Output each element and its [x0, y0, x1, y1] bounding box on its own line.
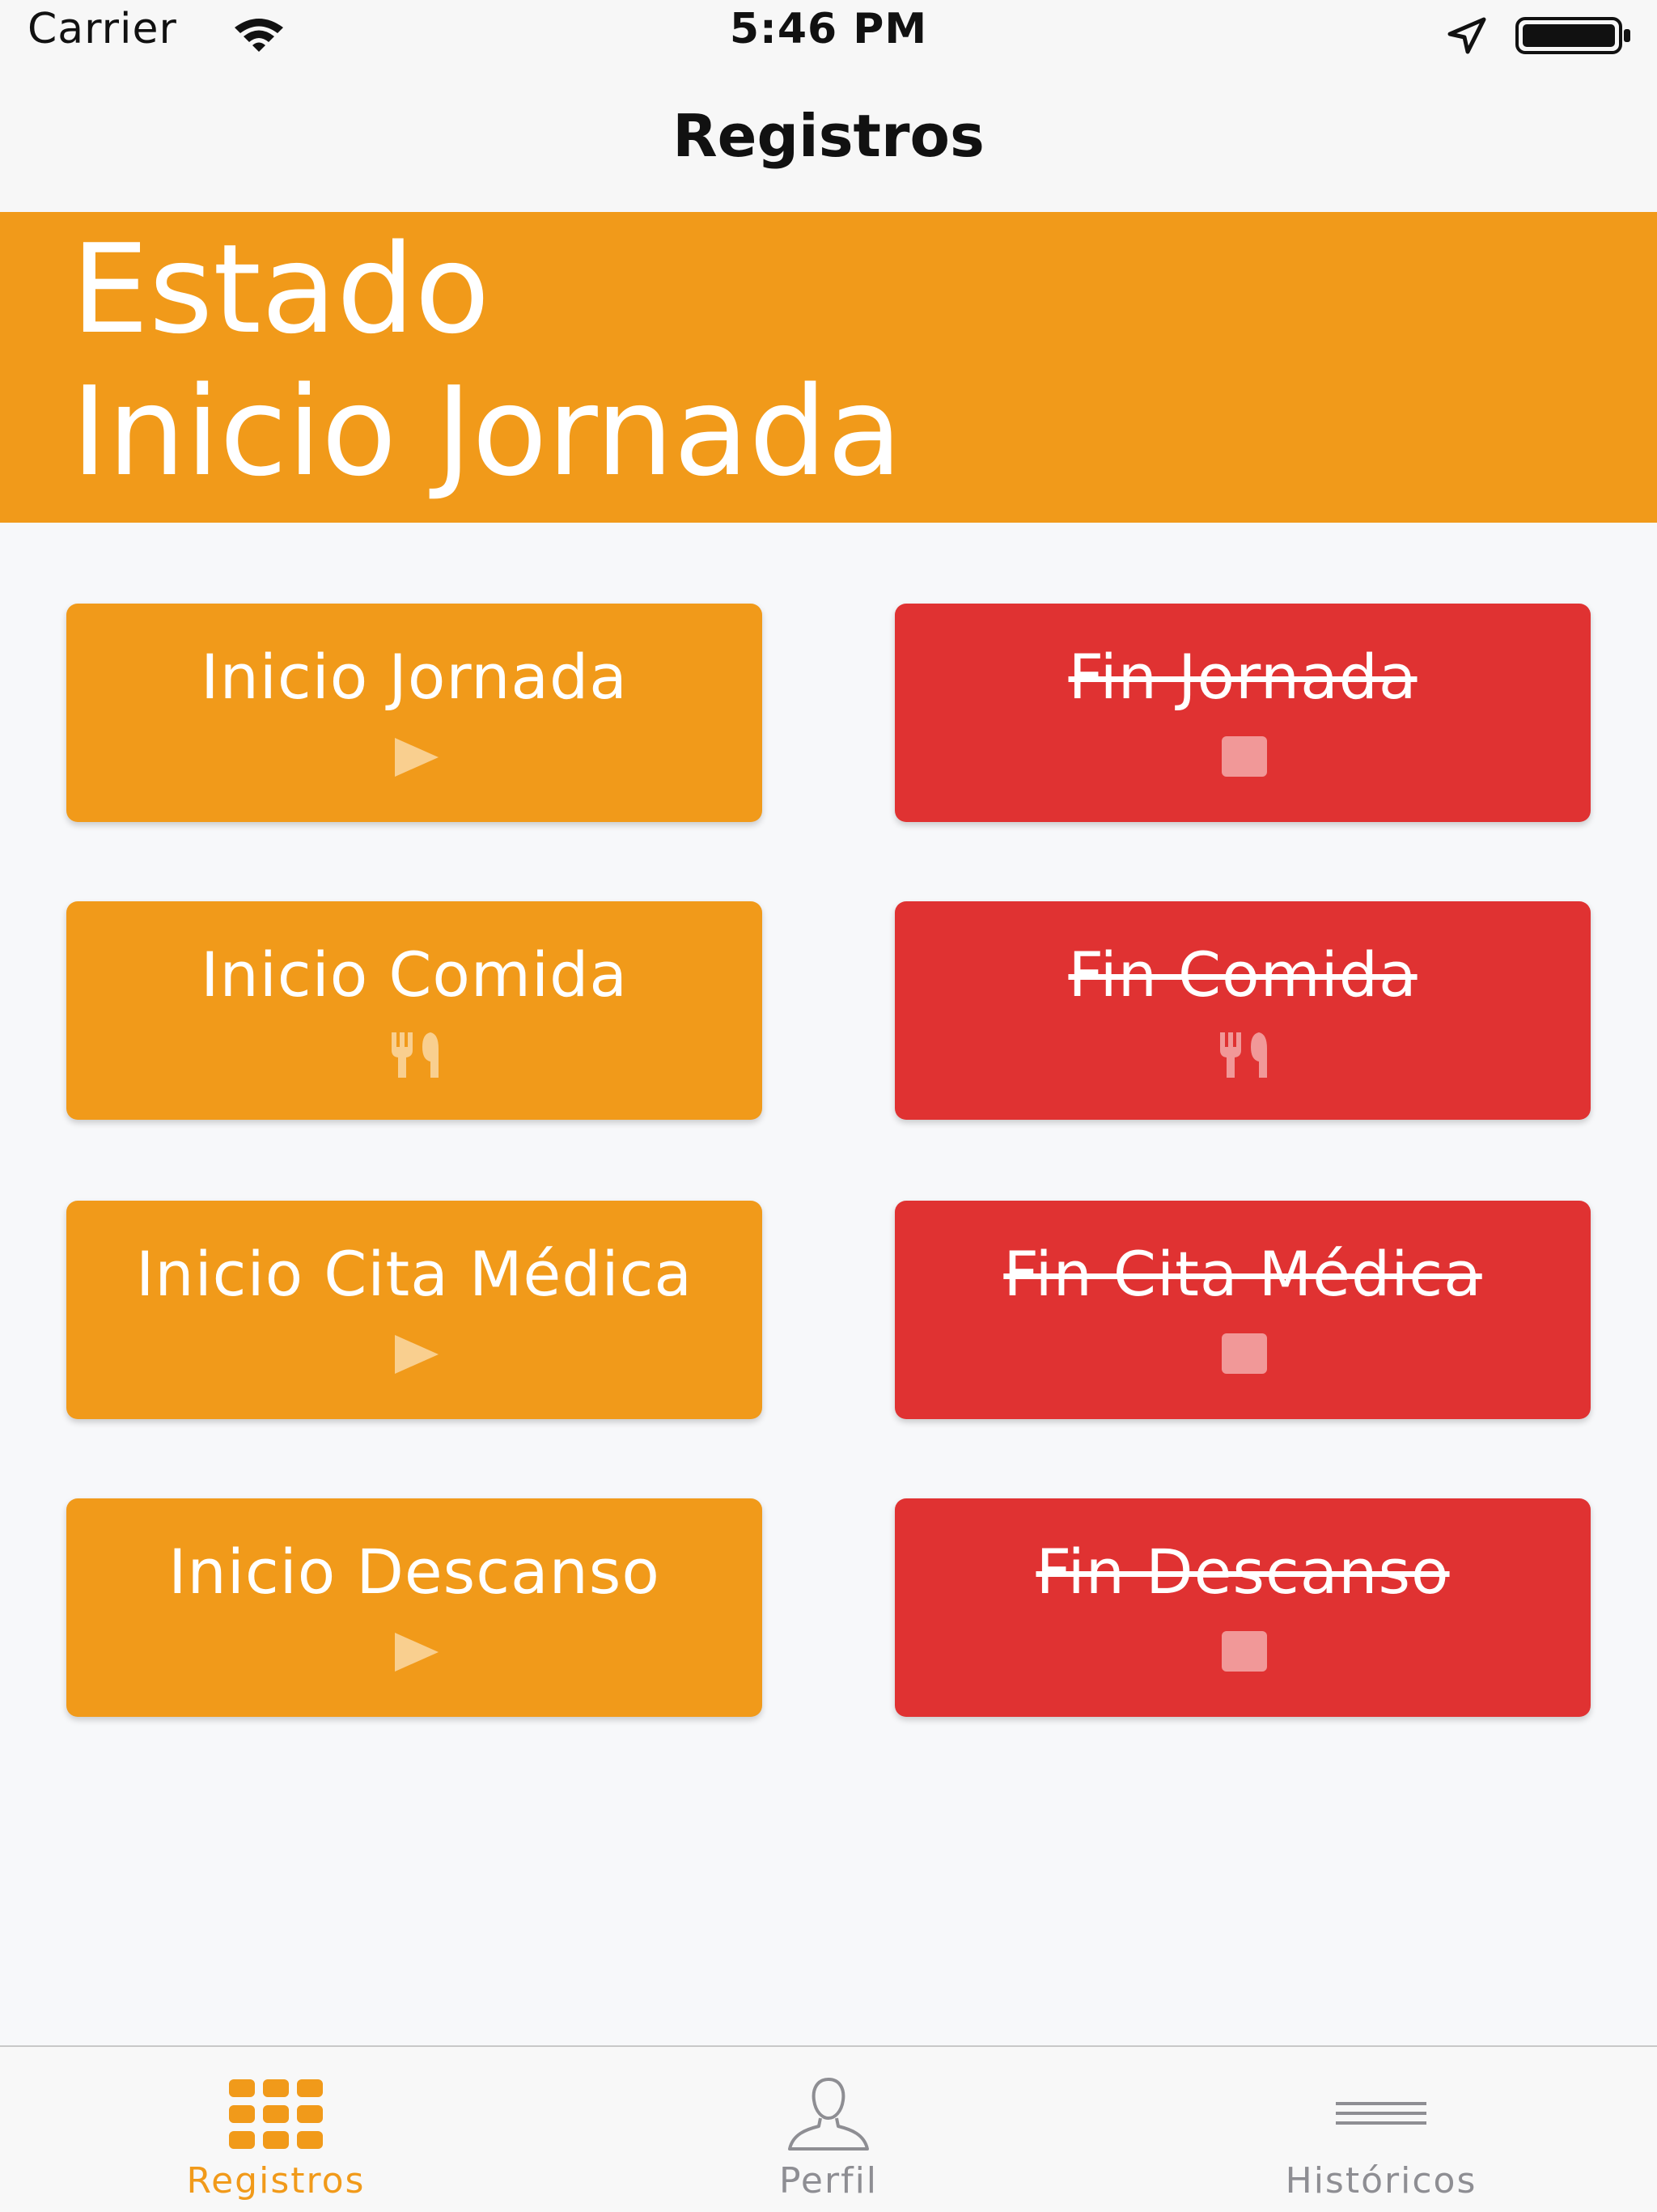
location-arrow-icon — [1447, 17, 1486, 54]
play-icon — [395, 1335, 439, 1374]
button-label: Inicio Jornada — [201, 641, 628, 713]
list-icon — [1336, 2102, 1426, 2125]
tab-perfil[interactable]: Perfil — [553, 2047, 1104, 2212]
grid-icon — [229, 2079, 323, 2149]
state-banner: Estado Inicio Jornada — [0, 212, 1657, 523]
stop-icon — [1222, 736, 1267, 777]
tab-historicos[interactable]: Históricos — [1105, 2047, 1657, 2212]
play-icon — [395, 738, 439, 777]
status-time: 5:46 PM — [729, 5, 928, 53]
cutlery-icon — [392, 1032, 439, 1078]
play-icon — [395, 1633, 439, 1672]
button-label: Fin Cita Médica — [1003, 1238, 1482, 1310]
fin-cita-medica-button[interactable]: Fin Cita Médica — [895, 1201, 1591, 1419]
stop-icon — [1222, 1333, 1267, 1374]
cutlery-icon — [1220, 1032, 1267, 1078]
tab-label: Históricos — [1285, 2160, 1477, 2201]
button-label: Fin Descanso — [1036, 1536, 1450, 1608]
inicio-descanso-button[interactable]: Inicio Descanso — [66, 1498, 762, 1717]
navigation-bar: Registros — [0, 70, 1657, 212]
tab-registros[interactable]: Registros — [0, 2047, 552, 2212]
person-icon — [788, 2077, 869, 2151]
inicio-cita-medica-button[interactable]: Inicio Cita Médica — [66, 1201, 762, 1419]
fin-jornada-button[interactable]: Fin Jornada — [895, 604, 1591, 822]
stop-icon — [1222, 1631, 1267, 1672]
state-label: Estado — [71, 218, 490, 361]
button-label: Inicio Descanso — [168, 1536, 660, 1608]
inicio-jornada-button[interactable]: Inicio Jornada — [66, 604, 762, 822]
state-value: Inicio Jornada — [71, 360, 903, 503]
button-label: Inicio Cita Médica — [135, 1238, 693, 1310]
battery-icon — [1515, 17, 1630, 54]
page-title: Registros — [672, 102, 985, 170]
fin-descanso-button[interactable]: Fin Descanso — [895, 1498, 1591, 1717]
button-label: Fin Jornada — [1068, 641, 1418, 713]
tab-label: Registros — [186, 2160, 366, 2201]
fin-comida-button[interactable]: Fin Comida — [895, 901, 1591, 1120]
status-bar: Carrier 5:46 PM — [0, 0, 1657, 70]
tab-label: Perfil — [778, 2160, 879, 2201]
button-label: Inicio Comida — [201, 939, 628, 1011]
button-label: Fin Comida — [1068, 939, 1418, 1011]
inicio-comida-button[interactable]: Inicio Comida — [66, 901, 762, 1120]
tab-bar: Registros Perfil Históricos — [0, 2045, 1657, 2212]
